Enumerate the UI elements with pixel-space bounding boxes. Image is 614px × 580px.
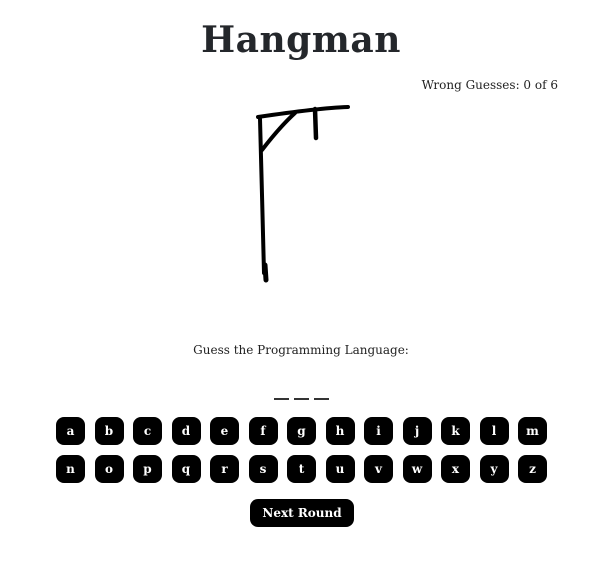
key-z[interactable]: z [518,455,547,483]
key-p[interactable]: p [133,455,162,483]
key-q[interactable]: q [171,455,201,483]
keyboard-row-1: a b c d e f g h i j k l m [56,417,548,445]
wrong-guesses-counter: Wrong Guesses: 0 of 6 [421,78,558,92]
gallows-rope [312,106,319,141]
key-d[interactable]: d [171,417,201,445]
letter-slot [313,384,329,400]
key-g[interactable]: g [287,417,316,445]
key-t[interactable]: t [287,455,316,483]
gallows-drawing [256,105,350,283]
key-i[interactable]: i [364,417,393,445]
letter-keyboard: a b c d e f g h i j k l m n o p q r s t … [56,417,548,493]
key-u[interactable]: u [325,455,355,483]
letter-slot [293,384,309,400]
key-x[interactable]: x [441,455,470,483]
page-title: Hangman [201,19,401,61]
key-l[interactable]: l [479,417,509,445]
key-n[interactable]: n [56,455,85,483]
guess-prompt: Guess the Programming Language: [193,343,409,357]
gallows-base [262,262,269,283]
key-a[interactable]: a [56,417,85,445]
key-e[interactable]: e [210,417,239,445]
key-k[interactable]: k [441,417,470,445]
key-v[interactable]: v [364,455,393,483]
gallows-brace [260,111,297,152]
gallows-post [258,117,266,275]
key-r[interactable]: r [210,455,239,483]
next-round-button[interactable]: Next Round [250,499,354,527]
key-o[interactable]: o [94,455,124,483]
word-slots [0,384,602,400]
key-w[interactable]: w [402,455,432,483]
key-m[interactable]: m [518,417,547,445]
key-b[interactable]: b [94,417,124,445]
key-f[interactable]: f [248,417,278,445]
key-s[interactable]: s [248,455,278,483]
key-h[interactable]: h [325,417,355,445]
gallows-beam [256,105,350,119]
key-y[interactable]: y [479,455,509,483]
letter-slot [273,384,289,400]
key-c[interactable]: c [133,417,162,445]
keyboard-row-2: n o p q r s t u v w x y z [56,455,548,483]
key-j[interactable]: j [402,417,432,445]
